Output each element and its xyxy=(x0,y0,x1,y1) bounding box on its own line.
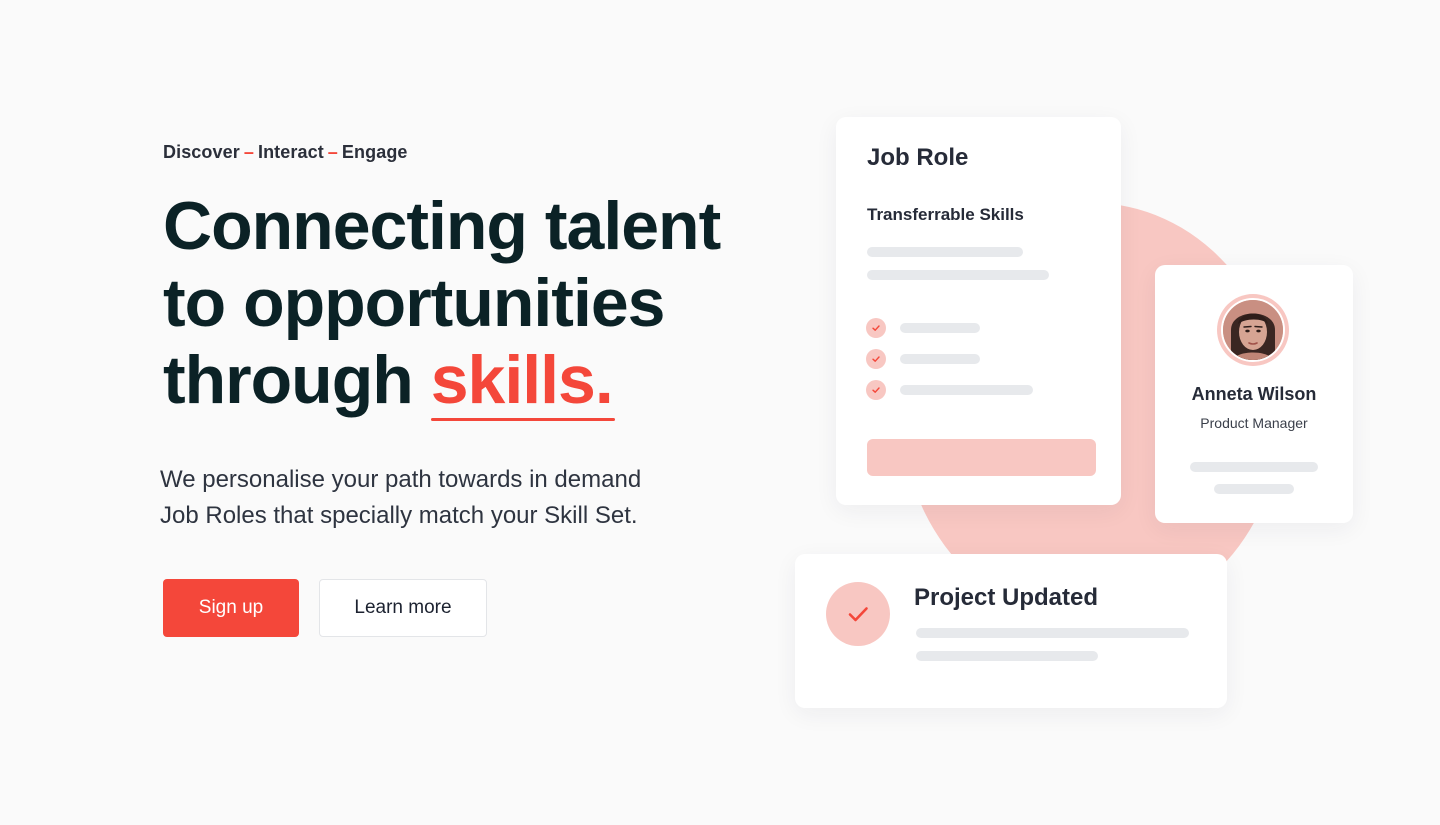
profile-card: Anneta Wilson Product Manager xyxy=(1155,265,1353,523)
placeholder-bar xyxy=(900,385,1033,395)
job-role-title: Job Role xyxy=(867,144,969,171)
avatar-ring xyxy=(1217,294,1289,366)
tagline-separator: – xyxy=(243,142,254,162)
placeholder-bar xyxy=(867,270,1049,280)
avatar xyxy=(1221,298,1285,362)
project-updated-title: Project Updated xyxy=(914,584,1099,611)
placeholder-bar xyxy=(900,354,980,364)
subtext-line-1: We personalise your path towards in dema… xyxy=(160,466,642,493)
check-icon xyxy=(866,318,886,338)
headline-line-2: to opportunities xyxy=(163,265,665,341)
placeholder-bar xyxy=(916,628,1189,638)
project-updated-card: Project Updated xyxy=(795,554,1227,708)
check-icon xyxy=(866,349,886,369)
tagline-discover: Discover xyxy=(163,142,240,162)
transferrable-skills-heading: Transferrable Skills xyxy=(867,205,1024,224)
avatar-portrait-icon xyxy=(1223,300,1283,360)
placeholder-bar xyxy=(1190,462,1318,472)
placeholder-bar xyxy=(1214,484,1294,494)
tagline-engage: Engage xyxy=(341,142,408,162)
placeholder-bar xyxy=(900,323,980,333)
check-icon xyxy=(826,582,890,646)
headline-accent-word: skills. xyxy=(430,342,615,421)
job-role-card: Job Role Transferrable Skills xyxy=(836,117,1121,505)
hero-subtext: We personalise your path towards in dema… xyxy=(160,462,700,534)
hero-tagline: Discover – Interact – Engage xyxy=(163,142,408,163)
subtext-line-2: Job Roles that specially match your Skil… xyxy=(160,502,638,529)
sign-up-button[interactable]: Sign up xyxy=(163,579,299,637)
placeholder-button xyxy=(867,439,1096,476)
profile-name: Anneta Wilson xyxy=(1191,384,1317,404)
hero-headline: Connecting talent to opportunities throu… xyxy=(163,188,783,421)
learn-more-button[interactable]: Learn more xyxy=(319,579,487,637)
tagline-separator: – xyxy=(327,142,338,162)
landing-page: Discover – Interact – Engage Connecting tale… xyxy=(0,0,1440,825)
headline-line-3-prefix: through xyxy=(163,342,431,418)
tagline-interact: Interact xyxy=(257,142,324,162)
headline-line-1: Connecting talent xyxy=(163,188,721,264)
check-icon xyxy=(866,380,886,400)
profile-role: Product Manager xyxy=(1200,415,1308,431)
placeholder-bar xyxy=(867,247,1023,257)
placeholder-bar xyxy=(916,651,1098,661)
